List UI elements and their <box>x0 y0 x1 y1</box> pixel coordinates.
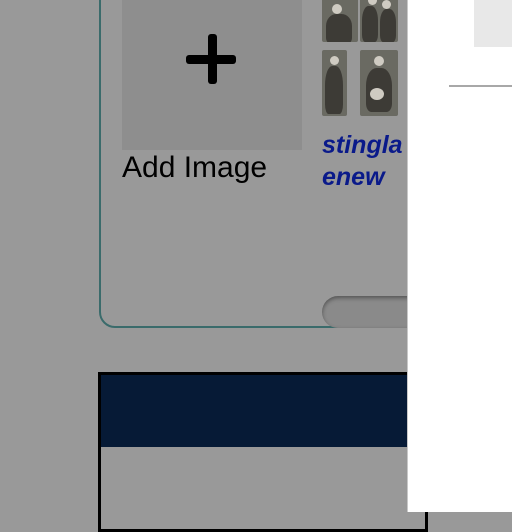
lower-panel <box>98 372 428 532</box>
lower-panel-header <box>101 375 425 447</box>
photo-thumbnail[interactable] <box>360 0 398 42</box>
collection-title-line-1[interactable]: stingla <box>322 130 403 160</box>
photo-thumbnail[interactable] <box>322 50 347 116</box>
photo-thumbnail[interactable] <box>360 50 398 116</box>
add-image-label[interactable]: Add Image <box>122 150 267 186</box>
plus-icon[interactable] <box>184 32 238 86</box>
drawer-divider <box>449 85 512 87</box>
side-drawer <box>407 0 512 512</box>
photo-thumbnail[interactable] <box>322 0 358 42</box>
drawer-button[interactable] <box>474 0 512 47</box>
collection-title-line-2[interactable]: enew <box>322 162 385 192</box>
